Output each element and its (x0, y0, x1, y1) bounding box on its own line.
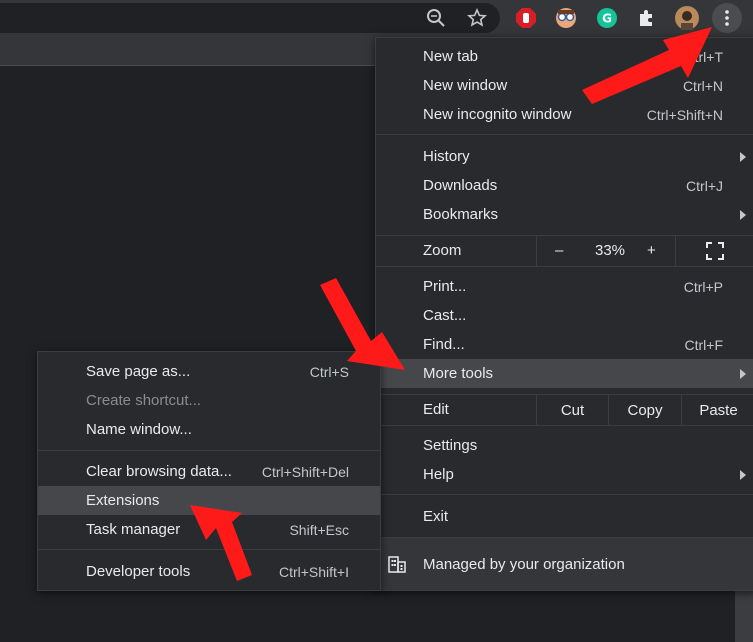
arrow-to-menu-button (582, 27, 712, 104)
annotation-arrows (190, 27, 712, 581)
arrow-to-more-tools (320, 278, 405, 370)
arrow-to-extensions (190, 505, 252, 581)
